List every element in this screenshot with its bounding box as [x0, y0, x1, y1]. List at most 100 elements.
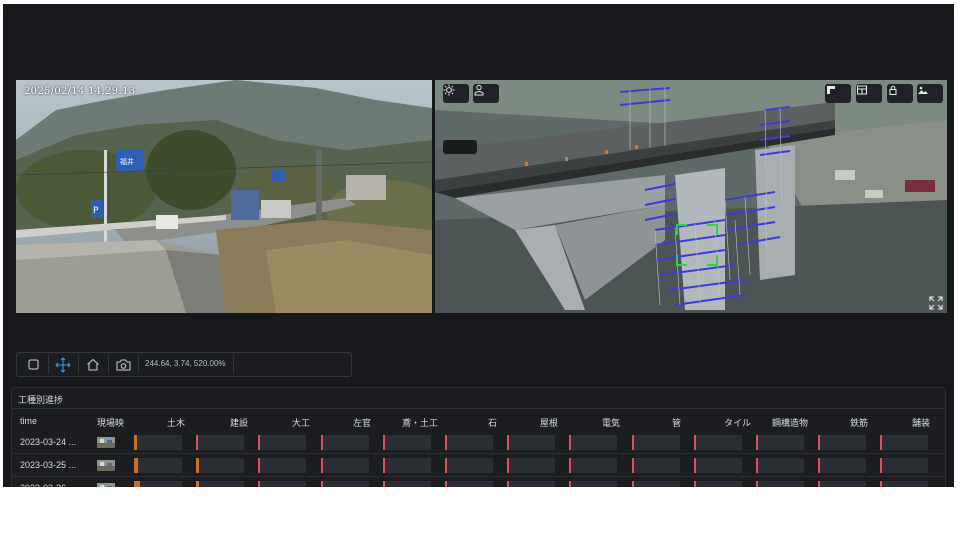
progress-bar-fill: [134, 481, 140, 487]
coordinate-readout: 244.64, 3.74, 520.00%: [145, 359, 226, 368]
person-icon[interactable]: [473, 84, 499, 103]
progress-bar-fill: [880, 481, 883, 487]
toolbar-divider: [233, 355, 234, 374]
image-icon[interactable]: [917, 84, 943, 103]
progress-bar-fill: [693, 481, 696, 487]
progress-bar-fill: [320, 435, 323, 450]
sun-icon[interactable]: [443, 84, 469, 103]
sign-text: 福井: [120, 157, 134, 166]
progress-bar-fill: [382, 458, 385, 473]
progress-bar: [320, 481, 369, 487]
column-header[interactable]: 石: [488, 416, 497, 429]
progress-bar: [756, 481, 804, 487]
table-row[interactable]: 2023-03-24 ...10%0%0%0%0%0%0%0%0%0%0%0%0…: [12, 432, 945, 454]
panel-title: 工種別進捗: [18, 395, 64, 405]
progress-bar-fill: [818, 435, 821, 450]
column-header[interactable]: 大工: [292, 416, 310, 429]
row-time: 2023-03-24 ...: [20, 437, 77, 447]
progress-bar-fill: [756, 435, 758, 450]
progress-bar: [818, 481, 867, 487]
home-icon[interactable]: [79, 354, 107, 375]
progress-bar-fill: [631, 481, 634, 487]
progress-bar: [196, 481, 245, 487]
camera-scene: 福井 P: [16, 80, 432, 313]
progress-bar: [445, 481, 493, 487]
row-time: 2023-03-26 ...: [20, 483, 76, 487]
parking-sign-text: P: [93, 206, 99, 216]
progress-bar: [507, 481, 556, 487]
camera-icon[interactable]: [109, 354, 137, 375]
square-icon[interactable]: [19, 354, 47, 375]
row-time: 2023-03-25 ...: [20, 460, 77, 470]
progress-bar-fill: [382, 481, 385, 487]
progress-bar: [196, 435, 245, 450]
viewer-toolbar: 244.64, 3.74, 520.00%: [16, 352, 352, 377]
corner-frame-icon[interactable]: [825, 84, 851, 103]
progress-bar: [818, 458, 867, 473]
column-header[interactable]: 現場映: [97, 416, 124, 429]
progress-bar-fill: [507, 481, 510, 487]
table-row[interactable]: 2023-03-26 ...30%15%0%0%0%0%0%0%0%0%0%0%…: [12, 478, 945, 487]
progress-bar-fill: [320, 481, 323, 487]
progress-bar-fill: [258, 458, 261, 473]
column-header[interactable]: 舗装: [912, 416, 930, 429]
progress-bar-fill: [693, 435, 696, 450]
column-header[interactable]: 左官: [353, 416, 371, 429]
expand-icon[interactable]: [929, 296, 943, 310]
column-header[interactable]: time: [20, 416, 37, 426]
progress-bar-fill: [134, 435, 137, 450]
site-photo-thumbnail[interactable]: [97, 482, 115, 487]
progress-bar: [693, 435, 742, 450]
progress-bar-fill: [756, 458, 758, 473]
camera-timestamp: 2025/02/14 14:29:13: [24, 86, 136, 97]
progress-bar-fill: [320, 458, 323, 473]
progress-bar: [507, 458, 556, 473]
site-camera-feed[interactable]: 福井 P 2025/02/14 14:29:13: [16, 80, 432, 313]
progress-percent: 0%: [938, 437, 945, 447]
progress-bar: [382, 481, 431, 487]
progress-percent: 0%: [938, 483, 945, 487]
progress-bar: [818, 435, 867, 450]
column-header[interactable]: 電気: [602, 416, 620, 429]
progress-bar: [382, 458, 431, 473]
progress-bar-fill: [569, 435, 572, 450]
progress-bar: [134, 481, 182, 487]
column-header[interactable]: タイル: [724, 416, 751, 429]
progress-bar: [445, 458, 493, 473]
progress-bar: [445, 435, 493, 450]
site-photo-thumbnail[interactable]: [97, 459, 115, 471]
column-header[interactable]: 管: [672, 416, 681, 429]
column-header[interactable]: 建設: [230, 416, 248, 429]
column-header[interactable]: 鉄筋: [850, 416, 868, 429]
progress-bar-fill: [445, 481, 447, 487]
progress-bar-fill: [569, 458, 572, 473]
progress-bar-fill: [445, 458, 447, 473]
progress-bar: [880, 435, 929, 450]
panel-layout-icon[interactable]: [856, 84, 882, 103]
progress-bar: [880, 458, 929, 473]
progress-bar-fill: [134, 458, 138, 473]
table-row[interactable]: 2023-03-25 ...20%5%0%0%0%0%0%0%0%0%0%0%0…: [12, 455, 945, 477]
progress-bar: [382, 435, 431, 450]
progress-bar-fill: [382, 435, 385, 450]
progress-bar-fill: [445, 435, 447, 450]
progress-bar-fill: [569, 481, 572, 487]
progress-bar: [258, 481, 307, 487]
column-header[interactable]: 鋼構造物: [772, 416, 808, 429]
progress-bar-fill: [196, 481, 200, 487]
lock-icon[interactable]: [887, 84, 913, 103]
progress-bar: [756, 435, 804, 450]
progress-bar: [258, 435, 307, 450]
column-header[interactable]: 屋根: [540, 416, 558, 429]
progress-bar-fill: [196, 458, 200, 473]
progress-bar-fill: [196, 435, 199, 450]
bim-3d-viewer[interactable]: [435, 80, 947, 313]
move-arrows-icon[interactable]: [49, 354, 77, 375]
site-photo-thumbnail[interactable]: [97, 436, 115, 448]
progress-percent: 0%: [938, 460, 945, 470]
column-header[interactable]: 土木: [167, 416, 185, 429]
progress-bar-fill: [258, 481, 261, 487]
progress-bar-fill: [880, 435, 883, 450]
column-header[interactable]: 鳶・土工: [402, 416, 438, 429]
progress-bar: [569, 458, 618, 473]
